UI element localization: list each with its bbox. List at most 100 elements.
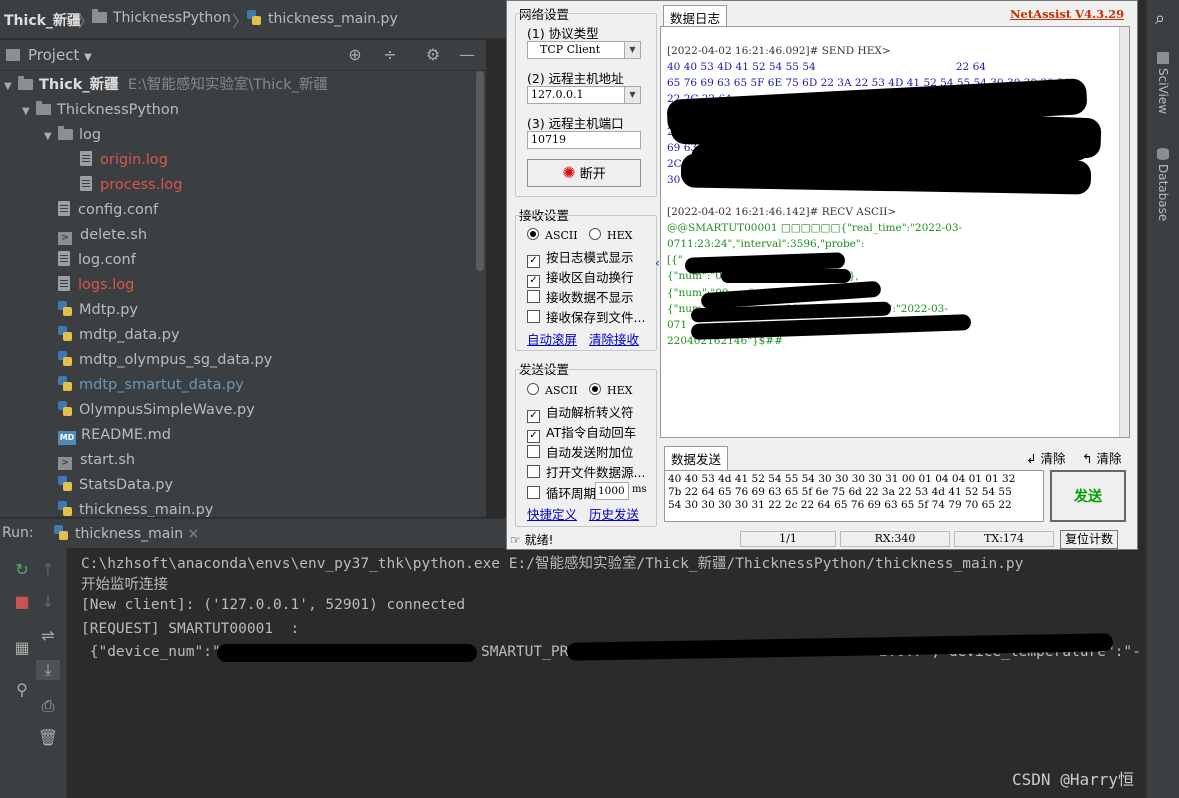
cycle-input[interactable]: 1000 — [595, 482, 629, 500]
tree-item-label: OlympusSimpleWave.py — [79, 402, 255, 418]
log-scrollbar[interactable] — [1119, 27, 1129, 437]
tree-item[interactable]: mdtp_smartut_data.py — [58, 373, 244, 398]
run-tab[interactable]: thickness_main × — [54, 525, 199, 542]
scroll-to-end-icon[interactable]: ⤓ — [36, 660, 60, 680]
console-line: C:\hzhsoft\anaconda\envs\env_py37_thk\py… — [81, 556, 1024, 572]
tree-item[interactable]: > start.sh — [58, 448, 135, 473]
log-line: @@SMARTUT00001 □□□□□□{"real_time":"2022-… — [667, 222, 963, 235]
layout-icon[interactable]: ▦ — [10, 638, 34, 658]
breadcrumb-file[interactable]: thickness_main.py — [247, 10, 398, 27]
host-input[interactable]: 127.0.0.1 ▼ — [527, 86, 641, 104]
send-cycle-checkbox[interactable]: 循环周期 — [527, 483, 596, 502]
disconnect-button[interactable]: ✺ 断开 — [527, 159, 641, 187]
auto-scroll-link[interactable]: 自动滚屏 — [527, 329, 577, 348]
send-ascii-radio[interactable]: ASCII — [527, 382, 578, 397]
text-file-icon — [58, 251, 70, 266]
send-hex-radio[interactable]: HEX — [589, 382, 632, 397]
python-file-icon — [58, 376, 72, 391]
tree-item[interactable]: thickness_main.py — [58, 498, 213, 517]
tree-item[interactable]: StatsData.py — [58, 473, 173, 498]
tree-item[interactable]: mdtp_olympus_sg_data.py — [58, 348, 272, 373]
right-tool-strip: ⌕ SciView Database — [1146, 0, 1179, 798]
clear-send-2-button[interactable]: ↰ 清除 — [1082, 448, 1121, 467]
tree-item-label: origin.log — [100, 152, 168, 168]
redaction-mark — [721, 269, 851, 283]
chevron-down-icon: ▼ — [624, 87, 640, 103]
rerun-icon[interactable]: ↻ — [10, 560, 34, 580]
folder-icon — [58, 126, 73, 140]
tree-item[interactable]: Mdtp.py — [58, 298, 138, 323]
python-file-icon — [247, 10, 261, 25]
clear-recv-link[interactable]: 清除接收 — [589, 329, 639, 348]
pin-icon[interactable]: ⚲ — [10, 680, 34, 700]
console-line: {"device_num":" — [81, 644, 221, 660]
sciview-tab[interactable]: SciView — [1156, 68, 1170, 114]
log-file-icon — [80, 176, 92, 191]
print-icon[interactable]: ⎙ — [36, 696, 60, 716]
history-link[interactable]: 历史发送 — [589, 504, 639, 523]
recv-ascii-radio[interactable]: ASCII — [527, 227, 578, 242]
shortcut-link[interactable]: 快捷定义 — [527, 504, 577, 523]
recv-hide-checkbox[interactable]: 接收数据不显示 — [527, 287, 634, 306]
send-input-area[interactable]: 40 40 53 4d 41 52 54 55 54 30 30 30 30 3… — [664, 470, 1044, 522]
tree-item[interactable]: MD README.md — [58, 423, 171, 448]
tree-item[interactable]: mdtp_data.py — [58, 323, 180, 348]
tree-item[interactable]: process.log — [80, 173, 182, 198]
recv-log-mode-checkbox[interactable]: ✓ 按日志模式显示 — [527, 247, 634, 268]
port-input[interactable]: 10719 — [527, 131, 641, 149]
tree-item[interactable]: > delete.sh — [58, 223, 147, 248]
console-line: [REQUEST] SMARTUT00001 : — [81, 621, 300, 637]
console-output[interactable]: C:\hzhsoft\anaconda\envs\env_py37_thk\py… — [67, 548, 1146, 798]
send-append-checkbox[interactable]: 自动发送附加位 — [527, 442, 634, 461]
collapse-all-icon[interactable]: ÷ — [381, 46, 399, 64]
tree-item[interactable]: ▼ ThicknessPython — [22, 98, 179, 123]
tree-item[interactable]: logs.log — [58, 273, 134, 298]
database-tab[interactable]: Database — [1156, 164, 1170, 221]
trash-icon[interactable]: 🗑 — [36, 728, 60, 748]
soft-wrap-icon[interactable]: ⇌ — [36, 626, 60, 646]
project-view-selector[interactable]: Project ▼ — [28, 46, 92, 64]
run-actions: ↻ ↑ ■ ↓ ⇌ ▦ ⤓ ⚲ ⎙ 🗑 — [0, 548, 67, 798]
breadcrumb: Thick_新疆 〉 ThicknessPython 〉 thickness_m… — [0, 0, 506, 39]
up-icon[interactable]: ↑ — [36, 560, 60, 580]
tree-item[interactable]: log.conf — [58, 248, 136, 273]
clear-icon: ↰ — [1082, 451, 1093, 466]
expand-arrow-icon: ▼ — [22, 106, 30, 117]
close-icon[interactable]: × — [188, 526, 200, 542]
tree-item[interactable]: origin.log — [80, 148, 168, 173]
recv-hex-radio[interactable]: HEX — [589, 227, 632, 242]
send-at-cr-checkbox[interactable]: ✓ AT指令自动回车 — [527, 422, 636, 443]
tree-item[interactable]: config.conf — [58, 198, 158, 223]
text-file-icon — [58, 201, 70, 216]
recv-wrap-checkbox[interactable]: ✓ 接收区自动换行 — [527, 267, 634, 288]
gear-icon[interactable]: ⚙ — [424, 46, 442, 64]
search-icon[interactable]: ⌕ — [1155, 8, 1165, 29]
tree-scrollbar[interactable] — [476, 71, 484, 271]
send-button[interactable]: 发送 — [1050, 470, 1126, 522]
expand-arrow-icon: ▼ — [44, 131, 52, 142]
status-tx: TX:174 — [954, 531, 1054, 547]
locate-icon[interactable]: ⊕ — [346, 46, 364, 64]
tree-item[interactable]: OlympusSimpleWave.py — [58, 398, 255, 423]
brand-link[interactable]: NetAssist V4.3.29 — [1010, 7, 1124, 21]
clear-send-1-button[interactable]: ↲ 清除 — [1026, 448, 1065, 467]
send-file-checkbox[interactable]: 打开文件数据源... — [527, 462, 645, 481]
breadcrumb-root[interactable]: Thick_新疆 — [4, 10, 81, 30]
send-escape-checkbox[interactable]: ✓ 自动解析转义符 — [527, 402, 634, 423]
tree-item-label: README.md — [81, 427, 171, 443]
clear-icon: ↲ — [1026, 451, 1037, 466]
tab-data-send[interactable]: 数据发送 — [664, 446, 729, 471]
reset-count-button[interactable]: 复位计数 — [1060, 530, 1118, 549]
tree-root[interactable]: ▼ Thick_新疆 E:\智能感知实验室\Thick_新疆 — [4, 73, 328, 98]
tree-item-label: log.conf — [78, 252, 136, 268]
recv-save-checkbox[interactable]: 接收保存到文件... — [527, 307, 645, 326]
python-file-icon — [54, 525, 68, 540]
breadcrumb-folder[interactable]: ThicknessPython — [92, 9, 231, 26]
stop-icon[interactable]: ■ — [10, 592, 34, 612]
minimize-icon[interactable]: — — [458, 46, 476, 64]
protocol-select[interactable]: TCP Client ▼ — [527, 41, 641, 59]
down-icon[interactable]: ↓ — [36, 592, 60, 612]
tree-item[interactable]: ▼ log — [44, 123, 101, 148]
receive-log-area[interactable]: [2022-04-02 16:21:46.092]# SEND HEX> 40 4… — [660, 26, 1130, 438]
tree-item-label: mdtp_data.py — [79, 327, 180, 343]
